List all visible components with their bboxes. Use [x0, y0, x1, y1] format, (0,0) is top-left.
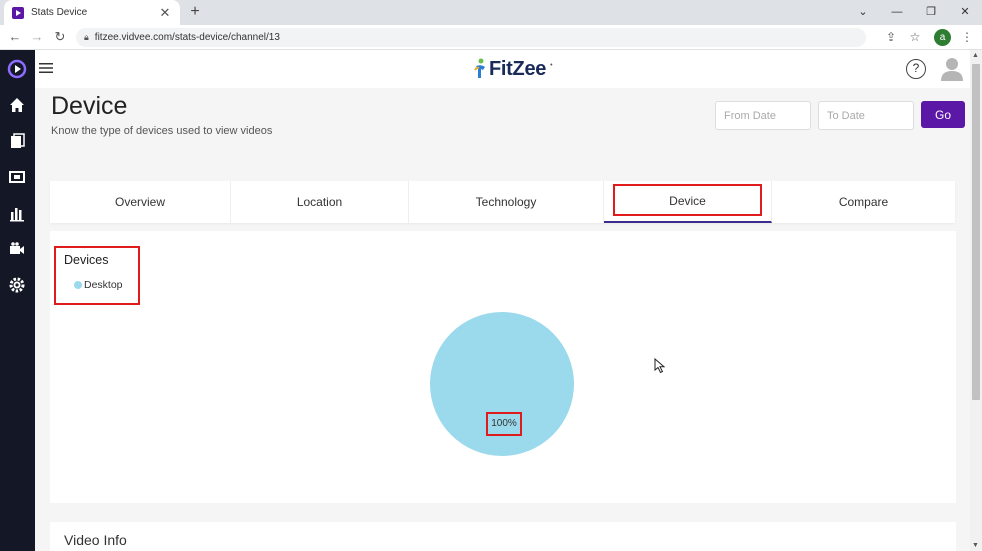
tab-technology[interactable]: Technology: [409, 181, 604, 223]
reload-icon[interactable]: ↻: [51, 28, 69, 46]
chart-legend: Devices Desktop: [54, 246, 140, 305]
minimize-icon[interactable]: —: [880, 0, 914, 25]
app-header: FitZee • ?: [35, 50, 982, 88]
tab-device[interactable]: Device: [604, 181, 772, 223]
page-title: Device: [51, 92, 128, 120]
window-controls: ⌄ — ❐ ✕: [846, 0, 982, 25]
share-icon[interactable]: ⇪: [882, 28, 900, 46]
brand-name: FitZee: [489, 57, 547, 80]
page-scrollbar[interactable]: ▲ ▼: [970, 50, 982, 551]
library-icon[interactable]: [6, 130, 28, 152]
restore-icon[interactable]: ❐: [914, 0, 948, 25]
brand-mark: •: [550, 61, 553, 69]
fitzee-logo: FitZee •: [473, 57, 553, 81]
tab-label: Overview: [114, 195, 165, 209]
address-bar: ← → ↻ 🔒︎ fitzee.vidvee.com/stats-device/…: [0, 25, 982, 50]
vidvee-favicon-icon: [12, 6, 24, 19]
stats-tabs: Overview Location Technology Device Comp…: [50, 181, 955, 223]
lock-icon: 🔒︎: [84, 32, 89, 42]
tab-location[interactable]: Location: [231, 181, 409, 223]
mouse-cursor-icon: [654, 358, 666, 374]
back-icon[interactable]: ←: [6, 28, 24, 46]
new-tab-button[interactable]: +: [186, 2, 204, 22]
tab-label: Technology: [475, 195, 537, 209]
help-icon[interactable]: ?: [906, 59, 926, 79]
legend-swatch: [74, 281, 82, 289]
home-icon[interactable]: [6, 94, 28, 116]
go-button[interactable]: Go: [921, 101, 965, 128]
video-camera-icon[interactable]: [6, 238, 28, 260]
browser-menu-icon[interactable]: ⋮: [958, 28, 976, 46]
browser-tab[interactable]: Stats Device ✕: [4, 0, 180, 25]
stats-icon[interactable]: [6, 202, 28, 224]
page-subtitle: Know the type of devices used to view vi…: [51, 125, 273, 137]
from-date-input[interactable]: [715, 101, 811, 130]
video-info-card: Video Info: [50, 522, 956, 551]
tab-search-icon[interactable]: ⌄: [846, 0, 880, 25]
tab-label: Location: [296, 195, 343, 209]
tab-compare[interactable]: Compare: [772, 181, 955, 223]
url-field[interactable]: 🔒︎ fitzee.vidvee.com/stats-device/channe…: [76, 28, 866, 47]
scroll-up-icon[interactable]: ▲: [972, 52, 979, 59]
fitzee-figure-icon: [474, 58, 485, 78]
hamburger-menu-icon[interactable]: [39, 62, 53, 74]
bookmark-star-icon[interactable]: ☆: [906, 28, 924, 46]
tab-label: Compare: [838, 195, 889, 209]
browser-tab-strip: Stats Device ✕ + ⌄ — ❐ ✕: [0, 0, 982, 25]
legend-label: Desktop: [84, 279, 123, 291]
tab-close-icon[interactable]: ✕: [158, 5, 172, 21]
scroll-thumb[interactable]: [972, 64, 980, 400]
main-content: Device Know the type of devices used to …: [35, 88, 970, 551]
user-avatar-icon[interactable]: [940, 56, 964, 82]
tab-overview[interactable]: Overview: [50, 181, 231, 223]
url-text: fitzee.vidvee.com/stats-device/channel/1…: [94, 32, 280, 43]
settings-gear-icon[interactable]: [6, 274, 28, 296]
window-close-icon[interactable]: ✕: [948, 0, 982, 25]
film-icon[interactable]: [6, 166, 28, 188]
pie-slice-label: 100%: [486, 412, 522, 436]
legend-title: Devices: [64, 253, 109, 267]
legend-entry-desktop[interactable]: Desktop: [74, 279, 123, 291]
profile-avatar[interactable]: a: [934, 29, 951, 46]
video-info-title: Video Info: [64, 532, 127, 548]
scroll-down-icon[interactable]: ▼: [972, 542, 979, 549]
forward-icon[interactable]: →: [28, 28, 46, 46]
app-sidebar: [0, 50, 35, 551]
vidvee-logo-icon[interactable]: [6, 58, 28, 80]
to-date-input[interactable]: [818, 101, 914, 130]
highlight-box: [613, 184, 762, 216]
device-chart-card: Devices Desktop 100%: [50, 231, 956, 503]
browser-tab-title: Stats Device: [31, 7, 88, 18]
